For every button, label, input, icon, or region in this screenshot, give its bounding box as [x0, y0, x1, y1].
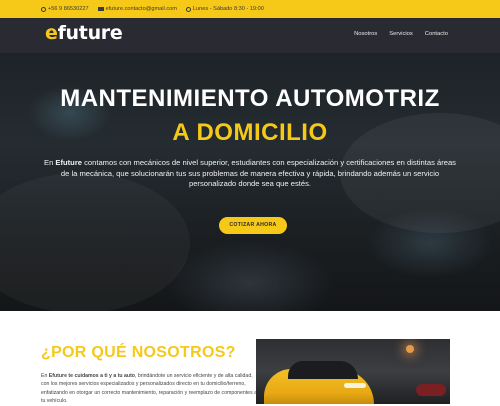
hero-title-line2: A DOMICILIO [172, 119, 328, 146]
whatsapp-icon [41, 6, 46, 12]
topbar-email[interactable]: efuture.contacto@gmail.com [97, 6, 177, 12]
nav-link-nosotros[interactable]: Nosotros [354, 31, 377, 37]
hero-description: En Efuture contamos con mecánicos de niv… [40, 158, 460, 190]
nav-link-servicios[interactable]: Servicios [389, 31, 413, 37]
why-text-bold: Efuture te cuidamos a ti y a tu auto [48, 373, 135, 379]
ceiling-lamp [406, 345, 414, 353]
logo-e: e [45, 22, 58, 44]
hero-text-brand: Efuture [55, 158, 82, 167]
topbar-phone[interactable]: +56 9 86530227 [41, 6, 89, 12]
clock-icon [185, 6, 191, 12]
why-text-prefix: En [41, 373, 49, 379]
car-window [288, 361, 358, 379]
hero-section: MANTENIMIENTO AUTOMOTRIZ A DOMICILIO En … [0, 53, 500, 311]
hero-text-prefix: En [44, 158, 56, 167]
opening-hours: Lunes - Sábado 8:30 - 19:00 [192, 6, 264, 12]
mail-icon [97, 7, 104, 11]
why-us-title: ¿POR QUÉ NOSOTROS? [41, 344, 236, 361]
email-address: efuture.contacto@gmail.com [105, 6, 177, 12]
phone-number: +56 9 86530227 [48, 6, 89, 12]
logo-text: future [57, 22, 123, 44]
car-photo [256, 339, 450, 404]
hero-title-line1: MANTENIMIENTO AUTOMOTRIZ [60, 85, 440, 112]
site-logo[interactable]: efuture [45, 22, 123, 44]
nav-menu: Nosotros Servicios Contacto [354, 31, 448, 37]
nav-link-contacto[interactable]: Contacto [425, 31, 448, 37]
hero-text-body: contamos con mecánicos de nivel superior… [60, 158, 456, 188]
quote-now-button[interactable]: COTIZAR AHORA [219, 217, 287, 234]
car-headlight [344, 383, 366, 388]
hero-background-image [0, 173, 190, 311]
main-navbar: efuture Nosotros Servicios Contacto [0, 18, 500, 53]
top-info-bar: +56 9 86530227 efuture.contacto@gmail.co… [0, 0, 500, 18]
topbar-hours: Lunes - Sábado 8:30 - 19:00 [185, 6, 264, 12]
why-us-text: En Efuture te cuidamos a ti y a tu auto,… [41, 372, 261, 406]
red-car [416, 384, 446, 396]
